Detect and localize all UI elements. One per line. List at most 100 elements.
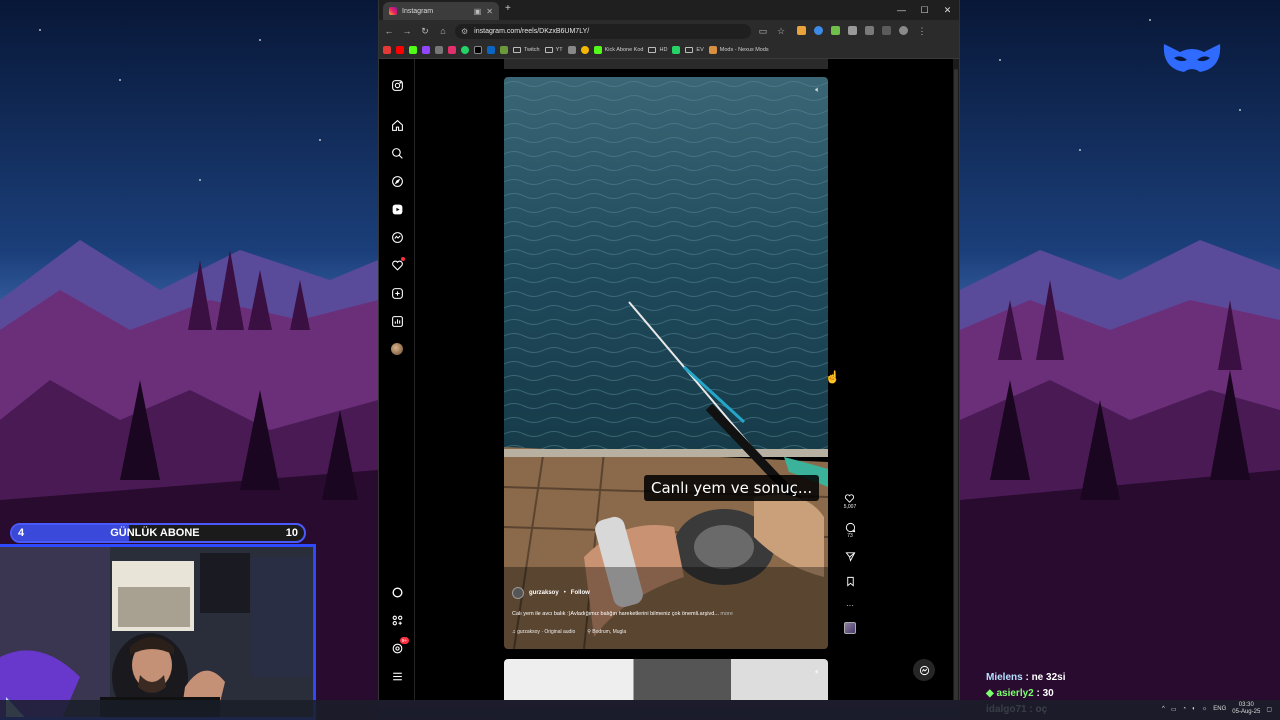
kick-bookmark-icon[interactable] [409,46,417,54]
new-tab-button[interactable]: + [505,3,511,14]
reel-video[interactable]: 🔈︎ Canlı yem ve sonuç... gurzaksoy • Fol… [504,77,828,649]
location-link[interactable]: ⚲ Bodrum, Mugla [587,629,626,635]
x-bookmark-icon[interactable] [474,46,482,54]
threads-notifications-icon[interactable]: 9+ [390,637,409,655]
home-icon[interactable] [390,118,404,132]
follow-button[interactable]: Follow [571,590,590,596]
description-text: Calı yem ile avcı balık :)Avladığımız ba… [512,611,719,617]
audio-thumbnail [844,622,856,634]
extension-icon[interactable] [882,25,891,35]
close-tab-icon[interactable]: ✕ [486,7,493,16]
bookmark-folder-twitch[interactable]: Twitch [513,47,540,53]
notification-dot [401,257,405,261]
clock-time: 03:30 [1238,702,1254,708]
streamer-mask-logo [1163,44,1221,72]
youtube-bookmark-icon[interactable] [396,46,404,54]
url-input[interactable]: ⚙ instagram.com/reels/DKzxB6UM7LY/ [455,23,751,39]
explore-compass-icon[interactable] [390,174,404,188]
messages-button[interactable] [913,659,935,681]
audio-thumbnail-button[interactable] [844,622,856,634]
webcam-feed [0,547,313,717]
extension-icon[interactable] [814,25,823,35]
bookmark-star-icon[interactable]: ☆ [775,26,787,37]
share-button[interactable] [844,551,856,562]
instagram-bookmark-icon[interactable] [448,46,456,54]
tab-media-icon[interactable]: ▣ [474,7,482,16]
linkedin-bookmark-icon[interactable] [487,46,495,54]
profile-avatar-icon[interactable] [899,25,908,35]
comment-count: 73 [847,533,853,539]
site-info-icon[interactable]: ⚙ [461,27,468,36]
audio-link[interactable]: ♫ gurzaksoy · Original audio [512,629,575,635]
instagram-logo-icon[interactable] [390,78,404,92]
whatsapp-bookmark-icon[interactable] [461,46,469,54]
tab-instagram[interactable]: Instagram ▣ ✕ [383,2,499,20]
mute-icon[interactable]: 🔈︎ [815,85,820,95]
bookmark-icon[interactable] [383,46,391,54]
folder-icon [544,47,553,53]
wifi-icon[interactable]: ◔ [1183,706,1187,712]
more-options-button[interactable]: ··· [846,601,854,610]
bookmark-nexus-mods[interactable]: Mods - Nexus Mods [708,46,769,54]
notification-center-icon[interactable]: ▢ [1266,706,1272,713]
bookmark-icon[interactable] [672,46,681,54]
bookmark-icon[interactable] [567,46,576,54]
sidepanel-icon[interactable] [865,25,874,35]
install-app-icon[interactable]: ▭ [757,26,769,37]
reels-icon[interactable] [390,202,404,216]
threads-icon[interactable] [390,585,404,599]
comment-button[interactable]: 73 [845,522,856,539]
language-indicator[interactable]: ENG [1213,706,1226,712]
back-button[interactable]: ← [383,26,395,36]
save-button[interactable] [845,576,856,587]
windows-taskbar: ^ ▭ ◔ ◐ ☼ ENG 03:30 05-Aug-25 ▢ [0,700,1280,720]
home-button[interactable]: ⌂ [437,26,449,36]
author-username[interactable]: gurzaksoy [529,590,559,596]
profile-avatar-icon[interactable] [390,342,404,356]
close-window-button[interactable]: ✕ [936,0,959,20]
more-link[interactable]: more [720,611,733,617]
address-bar: ← → ↻ ⌂ ⚙ instagram.com/reels/DKzxB6UM7L… [379,20,959,42]
next-reel-preview[interactable]: 🔈︎ [504,659,828,700]
dashboard-icon[interactable] [390,314,404,328]
comment-icon [845,522,855,533]
author-avatar[interactable] [512,587,524,599]
bookmark-icon[interactable] [435,46,443,54]
like-button[interactable]: 5,007 [844,493,856,510]
create-plus-icon[interactable] [390,286,404,300]
mute-icon[interactable]: 🔈︎ [815,667,820,677]
scrollbar[interactable] [953,59,959,700]
scrollbar-thumb[interactable] [954,69,958,700]
chat-message: Mielens : ne 32si [986,672,1066,683]
audio-row: ♫ gurzaksoy · Original audio ⚲ Bodrum, M… [512,629,820,635]
bookmark-folder-yt[interactable]: YT [544,47,563,53]
tray-overflow-icon[interactable]: ^ [1162,706,1165,712]
reload-button[interactable]: ↻ [419,26,431,37]
menu-kebab-icon[interactable]: ⋮ [916,26,928,37]
search-icon[interactable] [390,146,404,160]
twitch-bookmark-icon[interactable] [422,46,430,54]
extension-icon[interactable] [831,25,840,35]
minimize-button[interactable]: — [890,0,913,20]
more-menu-icon[interactable] [390,669,404,683]
clock[interactable]: 03:30 05-Aug-25 [1232,702,1260,716]
volume-icon[interactable]: ◐ [1192,706,1196,712]
bookmark-icon[interactable] [580,46,589,54]
reel-info: gurzaksoy • Follow Calı yem ile avcı bal… [512,587,820,635]
notifications-heart-icon[interactable] [390,257,405,272]
reel-actions: 5,007 73 ··· [843,493,857,634]
bookmark-kick-abone-kod[interactable]: Kick Abone Kod [593,46,643,54]
bookmark-icon[interactable] [500,46,508,54]
audio-text: gurzaksoy · Original audio [517,629,576,635]
brightness-icon[interactable]: ☼ [1202,706,1208,712]
network-icon[interactable]: ▭ [1171,706,1177,713]
maximize-button[interactable]: ☐ [913,0,936,20]
forward-button[interactable]: → [401,26,413,36]
messenger-icon[interactable] [390,230,404,244]
reel-description: Calı yem ile avcı balık :)Avladığımız ba… [512,611,820,617]
extensions-puzzle-icon[interactable] [848,25,857,35]
extension-icon[interactable] [797,25,806,35]
bookmark-folder-hd[interactable]: HD [648,47,667,53]
also-from-meta-icon[interactable] [390,613,404,627]
bookmark-folder-ev[interactable]: EV [685,47,704,53]
